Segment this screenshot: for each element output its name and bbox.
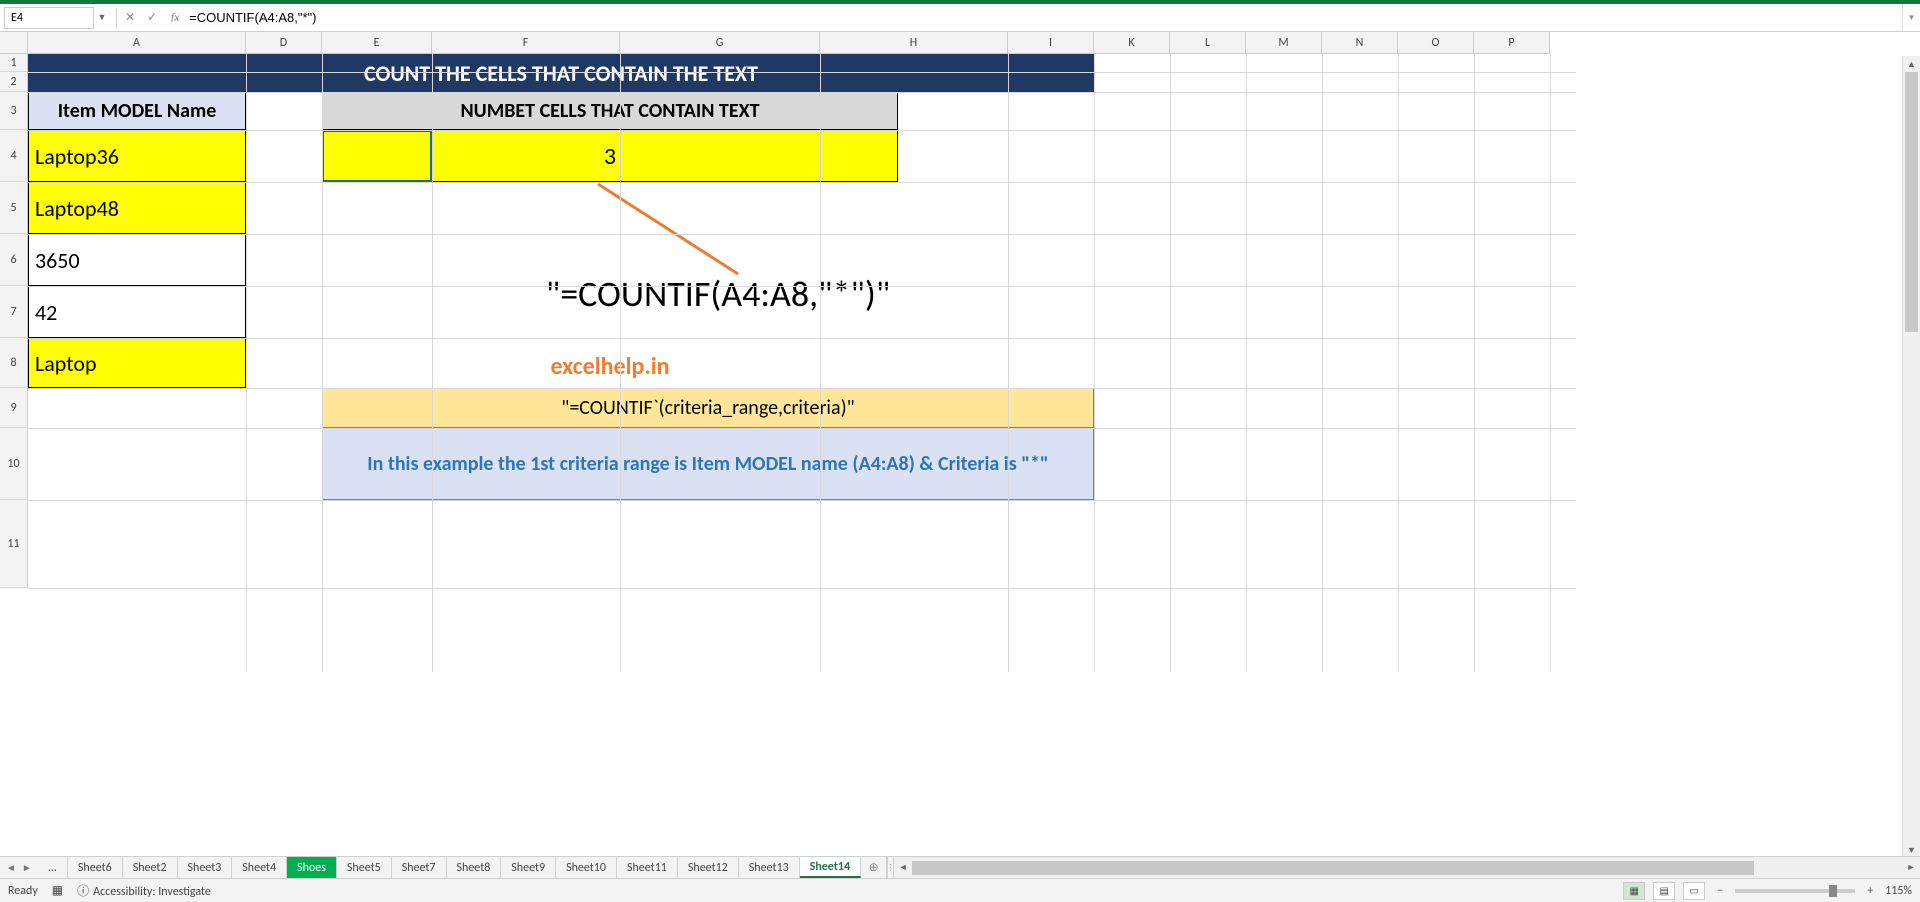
item-header-text: Item MODEL Name — [58, 99, 217, 123]
sheet-tab[interactable]: Sheet10 — [556, 857, 617, 878]
sheet-tabs: Sheet6Sheet2Sheet3Sheet4ShoesSheet5Sheet… — [68, 857, 861, 878]
syntax-box: "=COUNTIF`(criteria_range,criteria)" — [322, 388, 1094, 428]
hscroll-thumb[interactable] — [912, 861, 1753, 875]
status-mode: Ready — [8, 884, 38, 898]
row-header[interactable]: 5 — [0, 182, 28, 234]
result-header-text: NUMBET CELLS THAT CONTAIN TEXT — [460, 99, 759, 123]
row-header[interactable]: 11 — [0, 500, 28, 588]
formula-bar-expand-icon[interactable]: ▾ — [1902, 4, 1920, 31]
row-header[interactable]: 8 — [0, 338, 28, 388]
result-cell[interactable]: 3 — [322, 130, 898, 182]
column-header[interactable]: G — [620, 32, 820, 54]
hscroll-track[interactable] — [912, 861, 1902, 875]
tab-overflow[interactable]: ... — [38, 857, 68, 878]
spreadsheet-grid: ADEFGHIKLMNOP 1234567891011 COUNT THE CE… — [0, 32, 1920, 672]
scroll-thumb[interactable] — [1905, 72, 1918, 332]
row-header[interactable]: 7 — [0, 286, 28, 338]
cancel-icon[interactable]: ✕ — [123, 10, 137, 25]
sheet-tab[interactable]: Sheet5 — [337, 857, 392, 878]
tab-nav: ◄ ► — [0, 857, 38, 878]
explanation-box: In this example the 1st criteria range i… — [322, 428, 1094, 500]
sheet-tab[interactable]: Sheet6 — [68, 857, 123, 878]
item-cell[interactable]: Laptop — [28, 338, 246, 388]
formula-display: "=COUNTIF(A4:A8,"*")" — [408, 268, 1028, 320]
sheet-tab[interactable]: Sheet13 — [739, 857, 800, 878]
sheet-tab[interactable]: Sheet4 — [232, 857, 287, 878]
zoom-level[interactable]: 115% — [1885, 884, 1912, 898]
scroll-up-icon[interactable]: ▲ — [1903, 56, 1920, 72]
scroll-right-icon[interactable]: ► — [1902, 862, 1920, 873]
result-value: 3 — [604, 142, 616, 171]
sheet-tab[interactable]: Sheet11 — [617, 857, 678, 878]
row-header[interactable]: 2 — [0, 72, 28, 92]
row-header[interactable]: 4 — [0, 130, 28, 182]
column-header[interactable]: H — [820, 32, 1008, 54]
formula-bar: E4 ▼ ✕ ✓ fx ▾ — [0, 4, 1920, 32]
watermark: excelhelp.in — [322, 344, 898, 388]
result-header-cell: NUMBET CELLS THAT CONTAIN TEXT — [322, 92, 898, 130]
column-header[interactable]: A — [28, 32, 246, 54]
item-cell[interactable]: 42 — [28, 286, 246, 338]
formula-bar-icons: ✕ ✓ fx — [123, 10, 183, 25]
item-header-cell: Item MODEL Name — [28, 92, 246, 130]
column-header[interactable]: P — [1474, 32, 1550, 54]
title-text: COUNT THE CELLS THAT CONTAIN THE TEXT — [364, 60, 758, 87]
sheet-tabs-bar: ◄ ► ... Sheet6Sheet2Sheet3Sheet4ShoesShe… — [0, 856, 1920, 878]
title-banner: COUNT THE CELLS THAT CONTAIN THE TEXT — [28, 54, 1094, 92]
accessibility-status[interactable]: ⓘAccessibility: Investigate — [77, 882, 211, 899]
column-header[interactable]: O — [1398, 32, 1474, 54]
enter-icon[interactable]: ✓ — [145, 10, 159, 25]
name-box[interactable]: E4 — [4, 7, 94, 29]
item-cell[interactable]: 3650 — [28, 234, 246, 286]
horizontal-scrollbar[interactable]: ◄ ► — [893, 857, 1920, 878]
name-box-dropdown-icon[interactable]: ▼ — [94, 12, 110, 23]
cell-reference: E4 — [11, 11, 23, 25]
zoom-out-button[interactable]: − — [1713, 884, 1727, 898]
row-header[interactable]: 3 — [0, 92, 28, 130]
column-header[interactable]: D — [246, 32, 322, 54]
column-header[interactable]: K — [1094, 32, 1170, 54]
normal-view-button[interactable]: ▦ — [1623, 882, 1645, 900]
zoom-in-button[interactable]: + — [1863, 884, 1877, 898]
item-cell[interactable]: Laptop36 — [28, 130, 246, 182]
column-header[interactable]: L — [1170, 32, 1246, 54]
sheet-tab[interactable]: Sheet3 — [178, 857, 233, 878]
column-header[interactable]: I — [1008, 32, 1094, 54]
column-headers: ADEFGHIKLMNOP — [28, 32, 1550, 54]
vertical-scrollbar[interactable]: ▲ ▼ — [1902, 56, 1920, 858]
page-break-view-button[interactable]: ▭ — [1683, 882, 1705, 900]
sheet-tab[interactable]: Sheet12 — [678, 857, 739, 878]
formula-input[interactable] — [183, 8, 1902, 27]
column-header[interactable]: E — [322, 32, 432, 54]
add-sheet-button[interactable]: ⊕ — [861, 857, 887, 878]
sheet-tab[interactable]: Sheet2 — [123, 857, 178, 878]
scroll-left-icon[interactable]: ◄ — [894, 862, 912, 873]
row-header[interactable]: 6 — [0, 234, 28, 286]
fx-icon[interactable]: fx — [171, 11, 179, 24]
column-header[interactable]: N — [1322, 32, 1398, 54]
row-header[interactable]: 10 — [0, 428, 28, 500]
separator — [116, 8, 117, 28]
status-bar: Ready ▦ ⓘAccessibility: Investigate ▦ ▤ … — [0, 878, 1920, 902]
zoom-slider[interactable] — [1735, 889, 1855, 893]
sheet-tab[interactable]: Shoes — [287, 857, 337, 878]
sheet-tab[interactable]: Sheet9 — [501, 857, 556, 878]
sheet-tab[interactable]: Sheet14 — [800, 857, 861, 878]
select-all-button[interactable] — [0, 32, 28, 54]
tab-next-icon[interactable]: ► — [22, 861, 32, 874]
macro-record-icon[interactable]: ▦ — [52, 883, 63, 898]
row-headers: 1234567891011 — [0, 54, 28, 588]
item-cell[interactable]: Laptop48 — [28, 182, 246, 234]
sheet-tab[interactable]: Sheet7 — [392, 857, 447, 878]
page-layout-view-button[interactable]: ▤ — [1653, 882, 1675, 900]
row-header[interactable]: 9 — [0, 388, 28, 428]
column-header[interactable]: M — [1246, 32, 1322, 54]
zoom-slider-knob[interactable] — [1829, 885, 1837, 897]
column-header[interactable]: F — [432, 32, 620, 54]
row-header[interactable]: 1 — [0, 54, 28, 72]
sheet-tab[interactable]: Sheet8 — [447, 857, 502, 878]
tab-prev-icon[interactable]: ◄ — [6, 861, 16, 874]
